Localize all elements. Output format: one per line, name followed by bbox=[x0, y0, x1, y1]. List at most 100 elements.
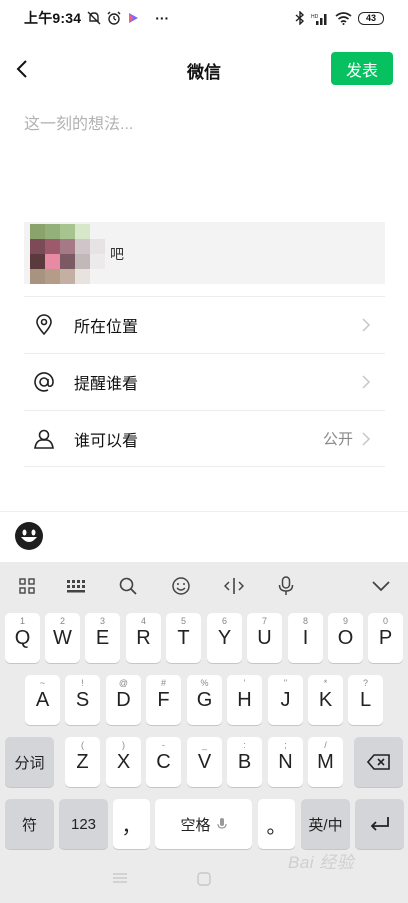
key-sub: ; bbox=[284, 740, 287, 750]
more-dots: ··· bbox=[155, 10, 170, 26]
key-label: O bbox=[337, 626, 354, 649]
comma-key[interactable]: ， bbox=[113, 799, 150, 849]
backspace-key[interactable] bbox=[354, 737, 403, 787]
key-s[interactable]: ! S bbox=[65, 675, 100, 725]
key-i[interactable]: 8I bbox=[288, 613, 323, 663]
key-label: C bbox=[156, 750, 171, 773]
key-w[interactable]: 2W bbox=[45, 613, 80, 663]
key-sub: - bbox=[162, 740, 165, 750]
publish-button[interactable]: 发表 bbox=[331, 52, 393, 85]
key-label: H bbox=[237, 688, 252, 711]
key-label: 英/中 bbox=[308, 816, 343, 834]
status-time: 上午9:34 bbox=[24, 10, 82, 26]
option-visibility[interactable]: 谁可以看 公开 bbox=[24, 410, 385, 467]
key-y[interactable]: 6Y bbox=[207, 613, 242, 663]
key-h[interactable]: ' H bbox=[227, 675, 262, 725]
key-sub: 9 bbox=[342, 616, 348, 626]
key-f[interactable]: # F bbox=[146, 675, 181, 725]
option-mention[interactable]: 提醒谁看 bbox=[24, 353, 385, 410]
key-label: 。 bbox=[266, 815, 287, 838]
enter-key[interactable] bbox=[355, 799, 404, 849]
menu-icon[interactable] bbox=[112, 872, 128, 884]
key-label: P bbox=[378, 626, 393, 649]
key-label: A bbox=[35, 688, 50, 711]
svg-text:HD: HD bbox=[311, 14, 319, 20]
key-n[interactable]: ; N bbox=[268, 737, 303, 787]
key-label: 分词 bbox=[14, 754, 45, 772]
key-label: U bbox=[257, 626, 272, 649]
key-z[interactable]: (Z bbox=[65, 737, 100, 787]
collapse-keyboard-icon[interactable] bbox=[370, 575, 392, 597]
key-l[interactable]: ? L bbox=[348, 675, 383, 725]
person-icon bbox=[32, 427, 56, 451]
key-label: K bbox=[318, 688, 333, 711]
key-g[interactable]: % G bbox=[187, 675, 222, 725]
key-v[interactable]: _ V bbox=[187, 737, 222, 787]
attachment-preview[interactable]: 吧 bbox=[24, 222, 385, 284]
key-label: ， bbox=[121, 815, 142, 838]
pixelated-thumbnail bbox=[30, 224, 105, 284]
key-sub: 4 bbox=[140, 616, 146, 626]
home-icon[interactable] bbox=[197, 872, 211, 886]
key-sub: ~ bbox=[39, 678, 46, 688]
battery-icon: 43 bbox=[358, 11, 384, 25]
alarm-icon bbox=[107, 11, 121, 25]
key-o[interactable]: 9O bbox=[328, 613, 363, 663]
mic-icon[interactable] bbox=[275, 575, 297, 597]
key-sub: * bbox=[323, 678, 328, 688]
symbol-key[interactable]: 符 bbox=[5, 799, 54, 849]
key-label: N bbox=[278, 750, 293, 773]
wifi-icon bbox=[335, 11, 352, 25]
key-sub: 5 bbox=[180, 616, 186, 626]
period-key[interactable]: 。 bbox=[258, 799, 295, 849]
key-sub: ) bbox=[122, 740, 125, 750]
space-key[interactable]: 空格 bbox=[155, 799, 252, 849]
numeric-key[interactable]: 123 bbox=[59, 799, 108, 849]
app-icon bbox=[129, 13, 139, 23]
key-u[interactable]: 7U bbox=[247, 613, 282, 663]
post-text-input[interactable]: 这一刻的想法... bbox=[24, 110, 133, 134]
key-m[interactable]: / M bbox=[308, 737, 343, 787]
emoji-icon[interactable] bbox=[170, 575, 192, 597]
search-icon[interactable] bbox=[117, 575, 139, 597]
key-sub: ( bbox=[81, 740, 84, 750]
mute-icon bbox=[87, 11, 101, 25]
key-t[interactable]: 5T bbox=[166, 613, 201, 663]
key-label: T bbox=[177, 626, 190, 649]
key-r[interactable]: 4R bbox=[126, 613, 161, 663]
key-label: Z bbox=[76, 750, 89, 773]
key-label: Y bbox=[217, 626, 232, 649]
enter-icon bbox=[370, 817, 389, 831]
emoji-icon[interactable] bbox=[14, 521, 44, 551]
visibility-value: 公开 bbox=[322, 431, 353, 448]
key-k[interactable]: * K bbox=[308, 675, 343, 725]
keyboard-toolbar bbox=[0, 562, 408, 610]
grid-icon[interactable] bbox=[16, 575, 38, 597]
backspace-icon bbox=[366, 754, 390, 770]
at-icon bbox=[32, 370, 56, 394]
segment-key[interactable]: 分词 bbox=[5, 737, 54, 787]
key-label: L bbox=[359, 688, 372, 711]
key-b[interactable]: :B bbox=[227, 737, 262, 787]
bluetooth-icon bbox=[295, 11, 305, 25]
key-x[interactable]: ) X bbox=[106, 737, 141, 787]
key-e[interactable]: 3E bbox=[85, 613, 120, 663]
key-d[interactable]: @ D bbox=[106, 675, 141, 725]
mic-icon bbox=[216, 818, 227, 829]
key-label: R bbox=[136, 626, 151, 649]
key-sub: 6 bbox=[221, 616, 227, 626]
chevron-right-icon bbox=[362, 318, 371, 332]
key-sub: % bbox=[200, 678, 209, 688]
key-p[interactable]: 0P bbox=[368, 613, 403, 663]
option-location[interactable]: 所在位置 bbox=[24, 296, 385, 353]
key-c[interactable]: -C bbox=[146, 737, 181, 787]
key-a[interactable]: ~ A bbox=[25, 675, 60, 725]
keypad-icon[interactable] bbox=[65, 575, 87, 597]
key-sub: # bbox=[160, 678, 166, 688]
key-q[interactable]: 1Q bbox=[5, 613, 40, 663]
key-j[interactable]: " J bbox=[268, 675, 303, 725]
key-label: I bbox=[302, 626, 309, 649]
cursor-icon[interactable] bbox=[223, 575, 245, 597]
language-toggle-key[interactable]: 英/中 bbox=[301, 799, 350, 849]
post-options: 所在位置 提醒谁看 谁可以看 公开 bbox=[24, 296, 385, 467]
